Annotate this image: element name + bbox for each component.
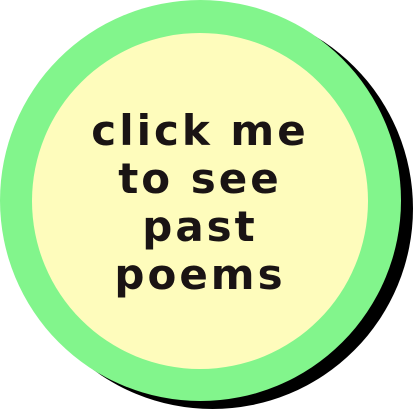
button-face[interactable]: click me to see past poems [32, 33, 368, 369]
button-label-line-1[interactable]: click me [91, 107, 308, 155]
button-label-line-2[interactable]: to see [91, 155, 308, 203]
button-label-line-3[interactable]: past [91, 203, 308, 251]
button-label[interactable]: click me to see past poems [91, 107, 308, 299]
button-label-line-4[interactable]: poems [91, 251, 308, 299]
past-poems-button[interactable]: click me to see past poems [0, 0, 401, 401]
page: click me to see past poems [0, 0, 415, 414]
